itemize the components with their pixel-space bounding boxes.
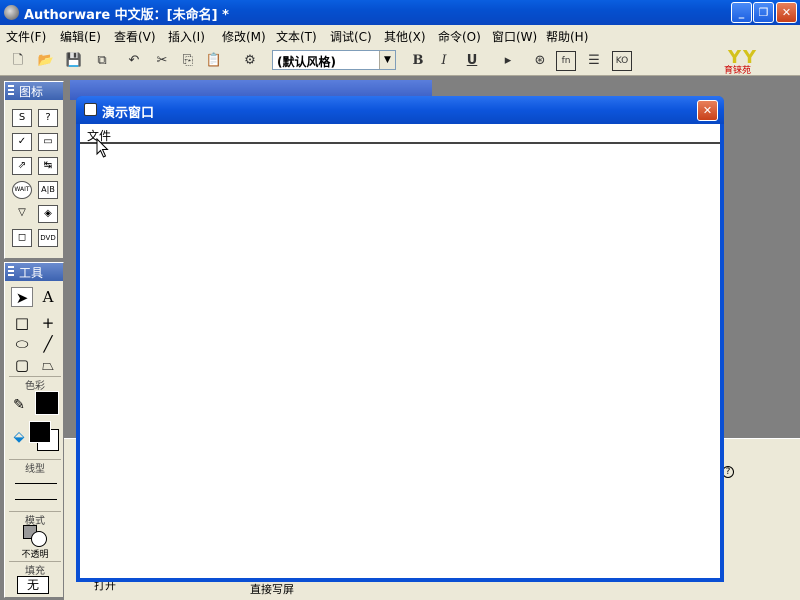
main-title-bar[interactable]: Authorware 中文版：[未命名] * _ ❐ ✕ (0, 0, 800, 25)
authorware-app-icon[interactable] (4, 5, 19, 20)
menu-help[interactable]: 帮助(H) (546, 28, 588, 45)
line-color-swatch[interactable] (35, 391, 59, 415)
restore-button[interactable]: ❐ (753, 2, 774, 23)
fill-section-label: 填充 (9, 561, 61, 577)
grip-icon[interactable] (8, 85, 14, 97)
window-title: Authorware 中文版：[未命名] * (24, 8, 229, 23)
presentation-window-title: 演示窗口 (102, 106, 155, 121)
run-icon[interactable]: ▸ (498, 51, 518, 71)
menu-other[interactable]: 其他(X) (384, 28, 426, 45)
underline-button[interactable]: U (462, 51, 482, 71)
navigate-icon[interactable]: ⇗ (12, 157, 32, 175)
text-tool-icon[interactable]: A (37, 287, 59, 307)
menu-file[interactable]: 文件(F) (6, 28, 46, 45)
tools-palette: 工具 ➤ A □ + ⬭ ╱ ▢ ⏢ 色彩 ✎ ⬙ 线型 模式 不透明 填充 无 (4, 262, 64, 598)
logo: YY 育铼苑 (722, 47, 780, 76)
opaque-mode-icon[interactable] (31, 531, 47, 547)
minimize-button[interactable]: _ (731, 2, 752, 23)
presentation-canvas[interactable]: 文件 (80, 124, 720, 578)
paste-icon[interactable]: 📋 (204, 51, 224, 71)
tools-palette-title-bar[interactable]: 工具 (5, 263, 63, 281)
grip-icon[interactable] (8, 266, 14, 278)
map-icon[interactable]: ◻ (12, 229, 32, 247)
diagonal-line-tool-icon[interactable]: ╱ (37, 334, 59, 354)
menu-modify[interactable]: 修改(M) (222, 28, 266, 45)
icons-palette: 图标 S ? ✓ ▭ ⇗ ↹ WAIT A|B ▽ ◈ ◻ DVD (4, 81, 64, 259)
menu-debug[interactable]: 调试(C) (330, 28, 372, 45)
italic-button[interactable]: I (434, 51, 454, 71)
undo-icon[interactable]: ↶ (124, 51, 144, 71)
bold-button[interactable]: B (408, 51, 428, 71)
line-style-medium[interactable] (15, 499, 57, 500)
pencil-icon[interactable]: ✎ (8, 395, 30, 415)
interaction-icon[interactable]: A|B (38, 181, 58, 199)
icons-palette-title: 图标 (19, 85, 44, 99)
presentation-menu-bar: 文件 (80, 124, 720, 144)
close-button[interactable]: ✕ (776, 2, 797, 23)
save-all-icon[interactable]: 💾 (64, 51, 84, 71)
framework-icon[interactable]: ↹ (38, 157, 58, 175)
function-icon[interactable]: fn (556, 51, 576, 71)
mode-value: 不透明 (21, 550, 49, 560)
display-mode-value: 直接写屏 (250, 583, 294, 596)
logo-text: 育铼苑 (724, 66, 752, 76)
variables-icon[interactable]: ☰ (584, 51, 604, 71)
line-style-thin[interactable] (15, 483, 57, 484)
mouse-cursor-icon (96, 138, 109, 158)
control-panel-icon[interactable]: ⊛ (530, 51, 550, 71)
line-style-section-label: 线型 (9, 459, 61, 475)
color-section-label: 色彩 (9, 376, 61, 392)
new-file-icon[interactable]: 🗋 (8, 51, 28, 71)
menu-text[interactable]: 文本(T) (276, 28, 317, 45)
presentation-close-button[interactable]: ✕ (697, 100, 718, 121)
display-icon[interactable]: S (12, 109, 32, 127)
straight-line-tool-icon[interactable]: + (37, 313, 59, 333)
erase-icon[interactable]: ▭ (38, 133, 58, 151)
icons-palette-title-bar[interactable]: 图标 (5, 82, 63, 100)
pointer-tool-icon[interactable]: ➤ (11, 287, 33, 307)
fill-value[interactable]: 无 (17, 576, 49, 594)
calculation-icon[interactable]: ▽ (12, 205, 32, 223)
motion-icon[interactable]: ✓ (12, 133, 32, 151)
tools-palette-title: 工具 (19, 266, 44, 280)
menu-window[interactable]: 窗口(W) (492, 28, 537, 45)
ellipse-tool-icon[interactable]: ⬭ (11, 334, 33, 354)
dvd-icon[interactable]: DVD (38, 229, 58, 247)
fill-bucket-icon[interactable]: ⬙ (8, 427, 30, 447)
menu-bar: 文件(F) 编辑(E) 查看(V) 插入(I) 修改(M) 文本(T) 调试(C… (0, 25, 800, 45)
cut-icon[interactable]: ✂ (152, 51, 172, 71)
menu-view[interactable]: 查看(V) (114, 28, 156, 45)
menu-edit[interactable]: 编辑(E) (60, 28, 101, 45)
text-style-select[interactable]: (默认风格) ▼ (272, 50, 396, 70)
rounded-rectangle-tool-icon[interactable]: ▢ (11, 355, 33, 375)
copy-icon[interactable]: ⎘ (178, 51, 198, 71)
open-file-icon[interactable]: 📂 (36, 51, 56, 71)
presentation-window-title-bar[interactable]: 演示窗口 ✕ (76, 96, 724, 124)
chevron-down-icon[interactable]: ▼ (379, 51, 395, 69)
find-icon[interactable]: ⚙ (240, 51, 260, 71)
knowledge-object-icon[interactable]: KO (612, 51, 632, 71)
presentation-window-icon[interactable] (84, 103, 97, 116)
menu-command[interactable]: 命令(O) (438, 28, 481, 45)
presentation-window: 演示窗口 ✕ 文件 (76, 96, 724, 582)
toolbar: 🗋 📂 💾 ⧉ ↶ ✂ ⎘ 📋 ⚙ B I U ▸ ⊛ fn ☰ KO (0, 45, 800, 76)
foreground-color-swatch[interactable] (29, 421, 51, 443)
polygon-tool-icon[interactable]: ⏢ (37, 355, 59, 375)
rectangle-tool-icon[interactable]: □ (11, 313, 33, 333)
import-icon[interactable]: ⧉ (92, 51, 112, 71)
digital-movie-icon[interactable]: ◈ (38, 205, 58, 223)
menu-insert[interactable]: 插入(I) (168, 28, 205, 45)
text-style-value: (默认风格) (277, 55, 336, 69)
decision-icon[interactable]: ? (38, 109, 58, 127)
wait-icon[interactable]: WAIT (12, 181, 32, 199)
